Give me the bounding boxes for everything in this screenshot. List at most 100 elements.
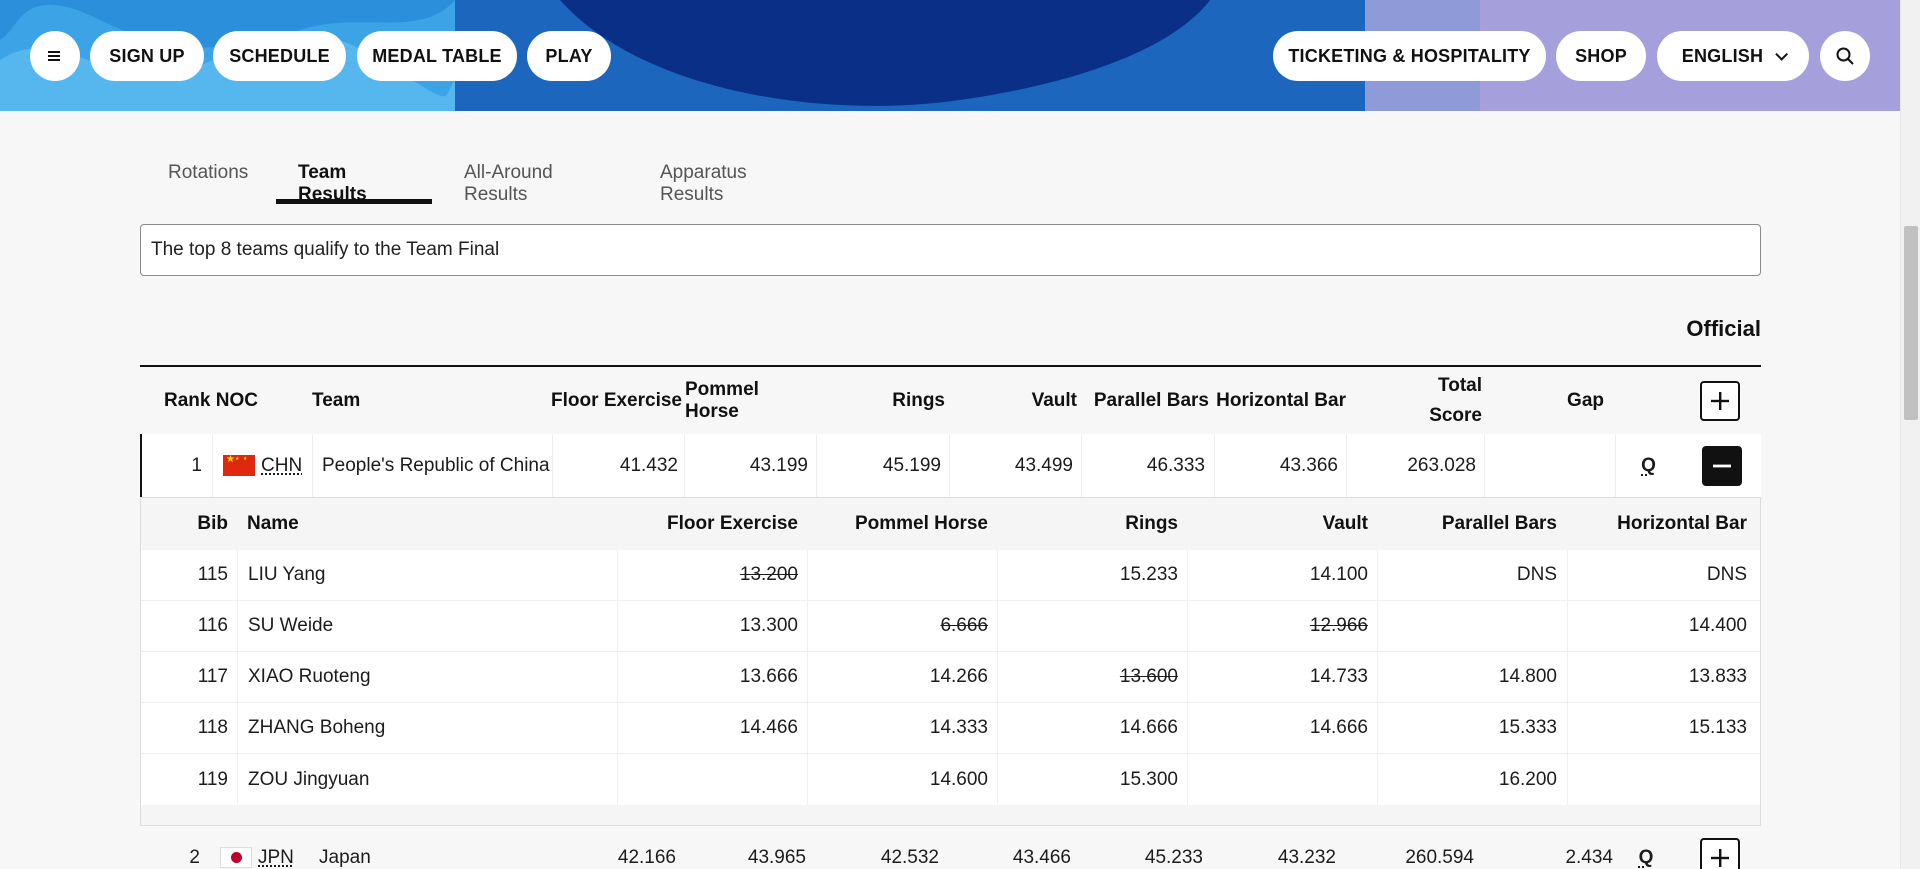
page: SIGN UP SCHEDULE MEDAL TABLE PLAY TICKET…	[0, 0, 1920, 869]
header-athlete-rings: Rings	[1125, 513, 1178, 534]
floor-cell: 42.166	[617, 846, 676, 868]
athlete-horizontal-bar-cell	[1567, 754, 1757, 805]
bib-cell: 116	[197, 615, 228, 636]
athlete-vault-cell: 14.733	[1187, 652, 1377, 702]
header-total-line2: Score	[1429, 404, 1482, 426]
noc-cell: JPN	[210, 834, 310, 869]
tab-team-results[interactable]: Team Results	[276, 150, 432, 205]
tab-all-around-results[interactable]: All-Around Results	[432, 150, 639, 205]
header-athlete-vault: Vault	[1322, 513, 1368, 534]
minus-icon	[1713, 464, 1731, 467]
athlete-pommel-cell: 14.600	[807, 754, 997, 805]
header-team: Team	[312, 389, 361, 411]
header-rings: Rings	[892, 389, 945, 411]
athlete-pommel-cell: 6.666	[807, 601, 997, 651]
menu-button[interactable]	[30, 31, 80, 81]
expand-all-button[interactable]	[1700, 380, 1740, 421]
gap-cell: 2.434	[1565, 846, 1613, 868]
athlete-rings-cell: 14.666	[997, 703, 1187, 753]
athlete-horizontal-bar-cell: 13.833	[1567, 652, 1757, 702]
medal-table-button[interactable]: MEDAL TABLE	[357, 31, 517, 81]
tab-rotations[interactable]: Rotations	[140, 150, 276, 204]
athlete-floor-cell: 14.466	[617, 703, 807, 753]
athlete-row[interactable]: 115 LIU Yang 13.200 15.233 14.100 DNS DN…	[141, 550, 1760, 601]
athlete-vault-cell	[1187, 754, 1377, 805]
header-pommel: Pommel Horse	[685, 378, 759, 422]
qualification-info: The top 8 teams qualify to the Team Fina…	[140, 224, 1761, 276]
vault-cell: 43.499	[949, 434, 1081, 497]
team-results-table: Rank NOC Team Floor Exercise Pommel Hors…	[140, 365, 1761, 497]
hamburger-icon	[48, 51, 60, 61]
table-header: Rank NOC Team Floor Exercise Pommel Hors…	[140, 367, 1761, 434]
header-athlete-horizontal-bar: Horizontal Bar	[1617, 513, 1747, 534]
athlete-row[interactable]: 117 XIAO Ruoteng 13.666 14.266 13.600 14…	[141, 652, 1760, 703]
collapse-cell	[1701, 434, 1743, 497]
horizontal-bar-cell: 43.366	[1214, 434, 1346, 497]
table-row[interactable]: 1 CHN People's Republic of China 41.432 …	[140, 434, 1761, 497]
scrollbar[interactable]	[1900, 0, 1920, 869]
shop-button[interactable]: SHOP	[1556, 31, 1646, 81]
search-icon	[1836, 47, 1854, 65]
noc-cell: CHN	[212, 434, 312, 497]
header-bib: Bib	[197, 513, 228, 534]
tab-apparatus-results[interactable]: Apparatus Results	[639, 150, 829, 205]
qualified-badge[interactable]: Q	[1639, 847, 1654, 869]
bib-cell: 117	[197, 666, 228, 687]
athlete-row[interactable]: 118 ZHANG Boheng 14.466 14.333 14.666 14…	[141, 703, 1760, 754]
flag-chn-icon	[223, 454, 255, 476]
athlete-parallel-bars-cell	[1377, 601, 1567, 651]
athlete-name-cell: XIAO Ruoteng	[237, 652, 617, 702]
athlete-floor-cell: 13.666	[617, 652, 807, 702]
pommel-cell: 43.965	[747, 846, 806, 868]
athlete-rings-cell: 15.233	[997, 550, 1187, 600]
plus-icon	[1711, 391, 1729, 410]
athlete-pommel-cell: 14.333	[807, 703, 997, 753]
language-label: ENGLISH	[1681, 45, 1764, 66]
results-tabs: Rotations Team Results All-Around Result…	[140, 150, 829, 205]
plus-icon	[1711, 848, 1729, 867]
floor-cell: 41.432	[552, 434, 684, 497]
athlete-row[interactable]: 119 ZOU Jingyuan 14.600 15.300 16.200	[141, 754, 1760, 805]
athlete-rings-cell: 13.600	[997, 652, 1187, 702]
athlete-parallel-bars-cell: 15.333	[1377, 703, 1567, 753]
athlete-rings-cell	[997, 601, 1187, 651]
status-label: Official	[1686, 316, 1761, 341]
athlete-pommel-cell: 14.266	[807, 652, 997, 702]
athlete-pommel-cell	[807, 550, 997, 600]
search-button[interactable]	[1820, 31, 1870, 81]
expand-row-button[interactable]	[1700, 837, 1740, 869]
athlete-table-header: Bib Name Floor Exercise Pommel Horse Rin…	[141, 498, 1760, 550]
header-vault: Vault	[1031, 389, 1077, 411]
athlete-name-cell: LIU Yang	[237, 550, 617, 600]
athlete-horizontal-bar-cell: DNS	[1567, 550, 1757, 600]
schedule-button[interactable]: SCHEDULE	[213, 31, 346, 81]
athlete-subtable: Bib Name Floor Exercise Pommel Horse Rin…	[140, 497, 1761, 826]
noc-code[interactable]: JPN	[258, 847, 294, 869]
qualified-badge[interactable]: Q	[1641, 455, 1656, 477]
total-score-cell: 263.028	[1346, 434, 1484, 497]
pommel-cell: 43.199	[684, 434, 816, 497]
athlete-rings-cell: 15.300	[997, 754, 1187, 805]
athlete-row[interactable]: 116 SU Weide 13.300 6.666 12.966 14.400	[141, 601, 1760, 652]
athlete-name-cell: ZHANG Boheng	[237, 703, 617, 753]
sign-up-button[interactable]: SIGN UP	[90, 31, 204, 81]
scrollbar-thumb[interactable]	[1904, 226, 1918, 420]
athlete-vault-cell: 14.100	[1187, 550, 1377, 600]
collapse-row-button[interactable]	[1702, 445, 1742, 486]
header-horizontal-bar: Horizontal Bar	[1216, 389, 1346, 411]
noc-code[interactable]: CHN	[261, 455, 302, 477]
table-row[interactable]: 2 JPN Japan 42.166 43.965 42.532 43.466 …	[140, 834, 1761, 869]
team-name-cell: Japan	[319, 846, 371, 868]
header-athlete-floor: Floor Exercise	[667, 513, 798, 534]
header-total-score: Total Score	[1360, 367, 1482, 434]
expand-cell	[1699, 834, 1741, 869]
language-selector[interactable]: ENGLISH	[1657, 31, 1809, 81]
qualified-cell: Q	[1615, 434, 1681, 497]
athlete-parallel-bars-cell: 14.800	[1377, 652, 1567, 702]
gap-cell	[1484, 434, 1615, 497]
play-button[interactable]: PLAY	[527, 31, 611, 81]
rings-cell: 45.199	[816, 434, 949, 497]
total-score-cell: 260.594	[1405, 846, 1474, 868]
athlete-floor-cell	[617, 754, 807, 805]
ticketing-button[interactable]: TICKETING & HOSPITALITY	[1273, 31, 1546, 81]
